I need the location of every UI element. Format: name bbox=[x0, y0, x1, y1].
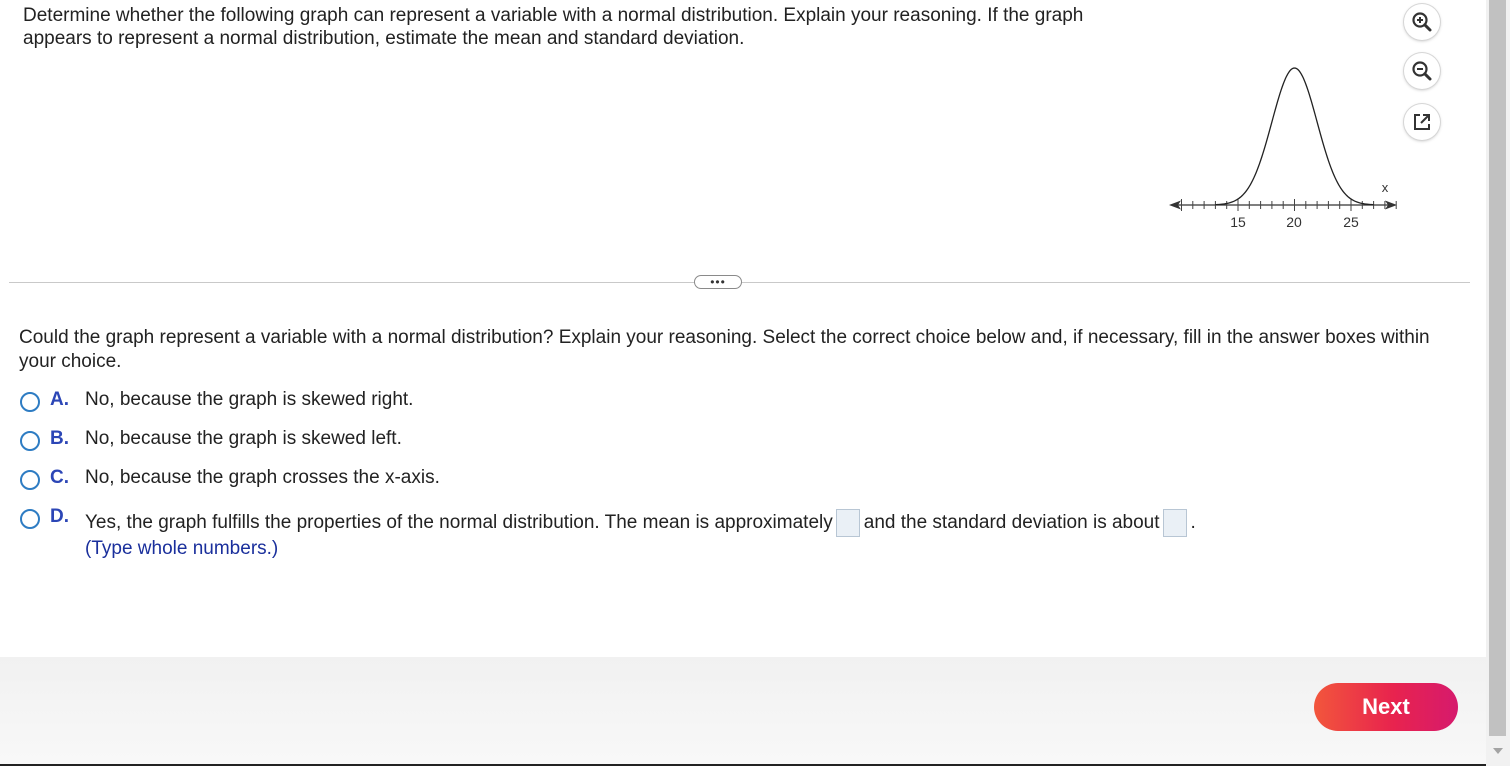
choice-c-letter: C. bbox=[50, 467, 69, 488]
axis-label-x: x bbox=[1382, 180, 1389, 195]
choice-d[interactable]: D. Yes, the graph fulfills the propertie… bbox=[20, 506, 1320, 567]
tick-label-20: 20 bbox=[1286, 214, 1302, 230]
radio-b[interactable] bbox=[20, 431, 40, 451]
question-text: Determine whether the following graph ca… bbox=[23, 5, 1084, 49]
choice-d-text-before: Yes, the graph fulfills the properties o… bbox=[85, 512, 833, 534]
tick-label-25: 25 bbox=[1343, 214, 1359, 230]
choice-d-text: Yes, the graph fulfills the properties o… bbox=[85, 509, 1196, 537]
zoom-out-button[interactable] bbox=[1404, 53, 1440, 89]
normal-curve-graph: 15 20 25 x bbox=[1169, 67, 1397, 230]
choice-b-letter: B. bbox=[50, 428, 69, 449]
vertical-scrollbar[interactable] bbox=[1486, 0, 1510, 766]
zoom-in-icon bbox=[1412, 12, 1432, 32]
radio-a[interactable] bbox=[20, 392, 40, 412]
choice-d-text-end: . bbox=[1190, 512, 1196, 534]
std-dev-answer-box[interactable] bbox=[1162, 509, 1187, 537]
footer-bar bbox=[0, 657, 1486, 764]
choice-d-text-middle: and the standard deviation is about bbox=[863, 512, 1160, 534]
radio-c[interactable] bbox=[20, 470, 40, 490]
scroll-down-arrow-icon[interactable] bbox=[1493, 748, 1503, 754]
tick-label-15: 15 bbox=[1230, 214, 1246, 230]
popout-button[interactable] bbox=[1404, 104, 1440, 140]
radio-d[interactable] bbox=[20, 509, 40, 529]
zoom-out-icon bbox=[1412, 61, 1432, 81]
external-link-icon bbox=[1414, 114, 1430, 130]
choice-d-hint: (Type whole numbers.) bbox=[85, 538, 279, 559]
choice-c-text: No, because the graph crosses the x-axis… bbox=[85, 467, 440, 488]
choice-a-letter: A. bbox=[50, 389, 69, 410]
choice-d-letter: D. bbox=[50, 506, 69, 527]
zoom-in-button[interactable] bbox=[1404, 4, 1440, 40]
choice-a-text: No, because the graph is skewed right. bbox=[85, 389, 414, 410]
normal-curve bbox=[1215, 67, 1374, 206]
choice-b-text: No, because the graph is skewed left. bbox=[85, 428, 402, 449]
more-button[interactable]: ••• bbox=[694, 275, 742, 289]
next-button[interactable]: Next bbox=[1314, 683, 1458, 731]
mean-answer-box[interactable] bbox=[835, 509, 860, 537]
prompt-text: Could the graph represent a variable wit… bbox=[19, 327, 1430, 372]
scrollbar-thumb[interactable] bbox=[1489, 0, 1506, 736]
